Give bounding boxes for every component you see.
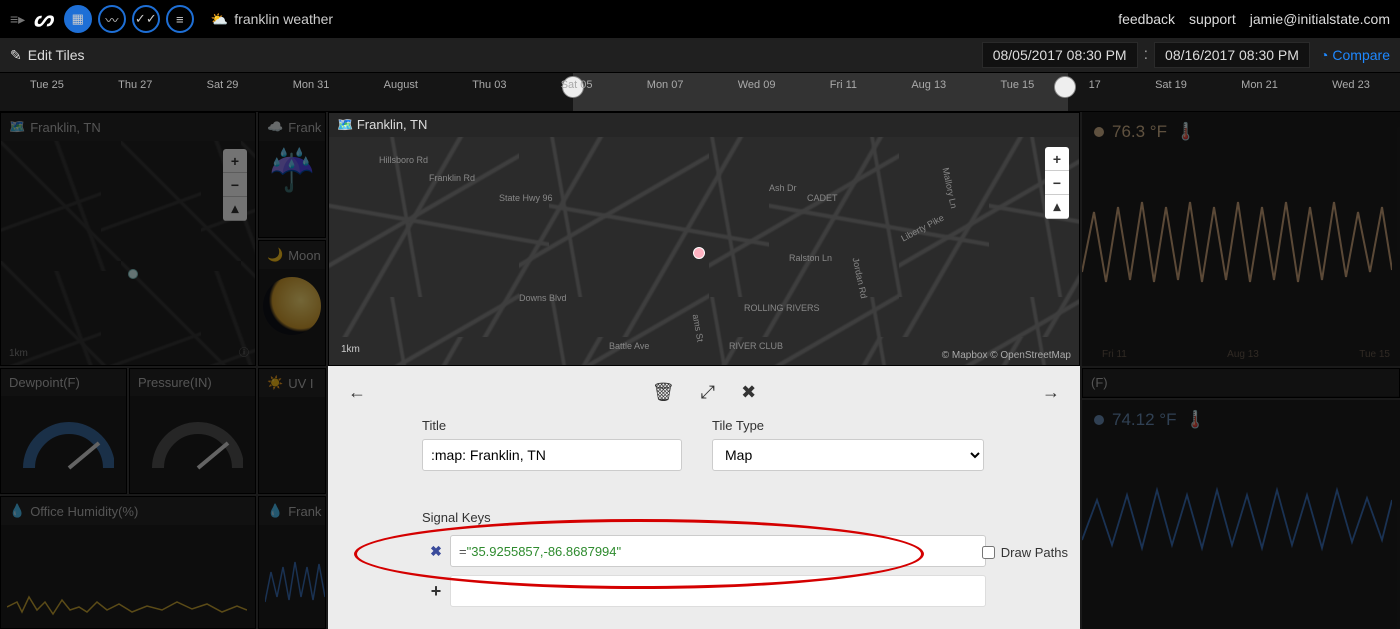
tile-pressure[interactable]: Pressure(IN) [129, 368, 256, 494]
temp-value: 74.12 °F [1112, 410, 1176, 430]
zoom-controls[interactable]: +−▴ [223, 149, 247, 221]
map-scale: 1km [341, 344, 360, 355]
tile-franklin-humidity[interactable]: 💧Frank [258, 496, 326, 629]
sparkline [7, 552, 247, 622]
tile-temperature-2[interactable]: 74.12 °F 🌡️ [1082, 400, 1400, 629]
signal-keys-label: Signal Keys [422, 510, 491, 525]
support-link[interactable]: support [1189, 11, 1236, 27]
map-icon: 🗺️ [9, 119, 25, 135]
temp-sparkline [1082, 152, 1392, 322]
clock-icon: ◔ [1320, 47, 1328, 63]
sparkline [265, 542, 325, 622]
add-key-button[interactable]: + [422, 581, 450, 602]
tile-moon[interactable]: 🌙Moon [258, 240, 326, 366]
tile-forecast[interactable]: ☁️Frank ☔ [258, 112, 326, 238]
humidity-sparkline [1082, 440, 1392, 590]
remove-key-button[interactable]: ✖ [422, 543, 450, 560]
gauge-icon [14, 408, 114, 478]
map-attribution: © Mapbox © OpenStreetMap [942, 350, 1071, 361]
date-separator: : [1138, 46, 1154, 64]
timeline-ticks: Tue 25 Thu 27 Sat 29 Mon 31 August Thu 0… [0, 79, 1400, 91]
tile-dewpoint[interactable]: Dewpoint(F) [0, 368, 127, 494]
delete-tile-button[interactable]: 🗑 [652, 382, 675, 403]
prev-tile-button[interactable]: ← [348, 382, 366, 403]
map-icon: 🗺️ [337, 117, 353, 132]
date-to-input[interactable]: 08/16/2017 08:30 PM [1154, 42, 1310, 68]
account-link[interactable]: jamie@initialstate.com [1250, 11, 1390, 27]
zoom-controls[interactable]: +−▴ [1045, 147, 1069, 219]
compare-button[interactable]: ◔ Compare [1320, 47, 1390, 63]
close-editor-button[interactable]: ✖ [741, 382, 756, 403]
view-source-button[interactable]: ≡ [166, 5, 194, 33]
temp-value: 76.3 °F [1112, 122, 1167, 142]
tile-type-select[interactable]: Map [712, 439, 984, 471]
date-from-input[interactable]: 08/05/2017 08:30 PM [982, 42, 1138, 68]
expand-tile-button[interactable]: ⤢ [701, 382, 715, 403]
next-tile-button[interactable]: → [1042, 382, 1060, 403]
tile-office-humidity[interactable]: 💧Office Humidity(%) [0, 496, 256, 629]
type-label: Tile Type [712, 418, 984, 433]
bucket-name: franklin weather [234, 11, 333, 27]
logo: ᔕ [33, 6, 53, 32]
thermometer-icon: 🌡️ [1184, 410, 1205, 430]
tile-map-small[interactable]: 🗺️Franklin, TN +−▴ 1km ⓘ [0, 112, 256, 366]
info-icon[interactable]: ⓘ [239, 344, 249, 359]
pencil-icon: ✎ [10, 47, 22, 64]
tile-temperature-1[interactable]: 76.3 °F🌡️ Fri 11Aug 13Tue 15 [1082, 112, 1400, 366]
gauge-icon [143, 408, 243, 478]
map-pin [693, 247, 705, 259]
title-label: Title [422, 418, 682, 433]
menu-icon[interactable]: ≡▸ [10, 11, 25, 28]
draw-paths-label: Draw Paths [1001, 545, 1068, 560]
timeline[interactable]: Tue 25 Thu 27 Sat 29 Mon 31 August Thu 0… [0, 72, 1400, 112]
view-tiles-button[interactable]: ▦ [64, 5, 92, 33]
tile-editor-panel: ← 🗑 ⤢ ✖ → Title Tile Type Map Signal Key… [328, 366, 1080, 629]
tile-humidity-right-title[interactable]: (F) [1082, 368, 1400, 398]
tile-map-large[interactable]: 🗺️ Franklin, TN State Hwy 96 Hillsboro R… [328, 112, 1080, 366]
moon-phase-icon [263, 277, 321, 335]
weather-icon: ⛅ [211, 11, 228, 28]
tile-uv[interactable]: ☀️UV I [258, 368, 326, 494]
edit-tiles-button[interactable]: ✎ Edit Tiles [10, 47, 85, 64]
new-key-input[interactable] [450, 575, 986, 607]
draw-paths-checkbox[interactable] [982, 546, 995, 559]
map-scale: 1km [9, 348, 28, 359]
tile-title-input[interactable] [422, 439, 682, 471]
thermometer-icon: 🌡️ [1175, 122, 1196, 142]
signal-key-input[interactable]: ="35.9255857,-86.8687994" [450, 535, 986, 567]
feedback-link[interactable]: feedback [1118, 11, 1175, 27]
map-marker [128, 269, 138, 279]
view-waves-button[interactable]: 〰 [98, 5, 126, 33]
view-lines-button[interactable]: ✓✓ [132, 5, 160, 33]
umbrella-icon: ☔ [259, 147, 325, 194]
